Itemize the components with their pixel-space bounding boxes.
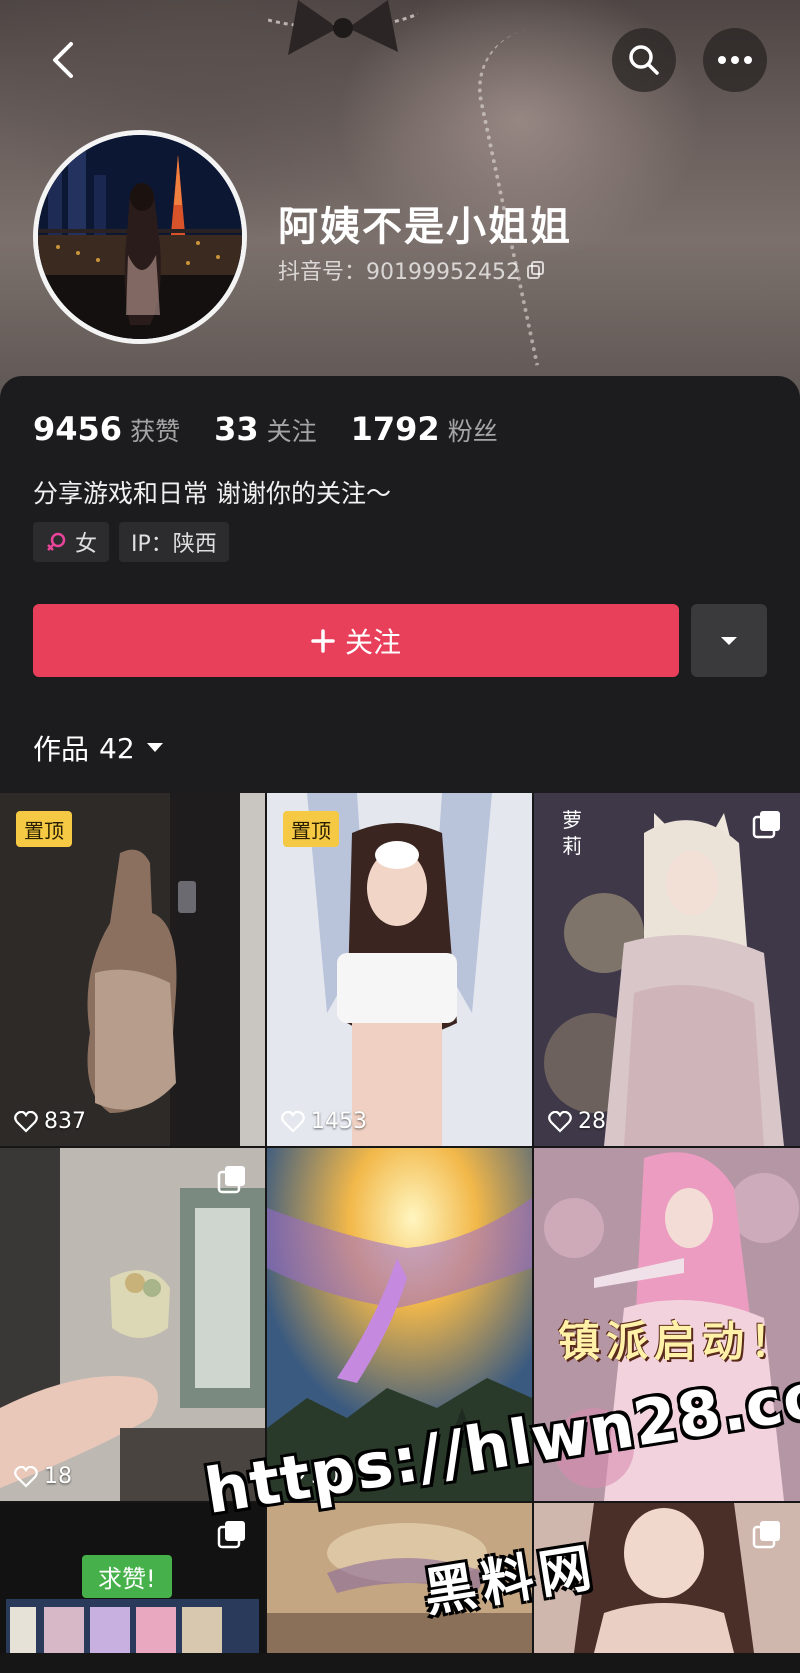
- stat-following-label: 关注: [266, 417, 317, 446]
- like-count-text: 28: [578, 1109, 606, 1134]
- bio: 分享游戏和日常 谢谢你的关注～: [33, 479, 391, 508]
- heart-icon: [14, 1110, 38, 1133]
- copy-icon[interactable]: [526, 260, 546, 280]
- like-count: 28: [548, 1109, 606, 1134]
- stat-likes-label: 获赞: [130, 417, 181, 446]
- douyin-id-text: 抖音号：90199952452: [278, 260, 520, 285]
- video-overlay-text: 萝莉: [562, 808, 582, 858]
- multi-image-icon: [752, 811, 780, 839]
- like-count-text: 18: [44, 1464, 72, 1489]
- heart-icon: [281, 1110, 305, 1133]
- search-icon: [629, 45, 659, 75]
- search-button[interactable]: [612, 28, 676, 92]
- multi-image-icon: [217, 1166, 245, 1194]
- avatar[interactable]: [33, 130, 247, 344]
- pinned-badge: 置顶: [16, 811, 72, 847]
- heart-icon: [14, 1465, 38, 1488]
- stat-likes-count: 9456: [33, 410, 123, 448]
- video-thumbnail[interactable]: 萝莉 28: [534, 793, 800, 1146]
- like-count: 837: [14, 1109, 86, 1134]
- gender-tag-text: 女: [75, 532, 98, 557]
- video-thumbnail[interactable]: 18: [0, 1148, 265, 1501]
- like-count: 18: [14, 1464, 72, 1489]
- works-tab[interactable]: 作品 42: [33, 728, 165, 768]
- caret-down-icon: [146, 743, 163, 752]
- video-grid: 置顶 837 置顶 1453 萝莉 28 18 30 镇派启动！ 求赞!: [0, 793, 800, 1653]
- caret-down-icon: [721, 636, 737, 645]
- follow-button-label: 关注: [344, 625, 401, 659]
- works-count: 42: [99, 731, 135, 765]
- request-likes-badge: 求赞!: [82, 1555, 172, 1598]
- like-count-text: 837: [44, 1109, 86, 1134]
- works-tab-label: 作品: [33, 733, 90, 766]
- pinned-badge: 置顶: [283, 811, 339, 847]
- follow-button[interactable]: 关注: [33, 604, 679, 677]
- female-icon: [47, 532, 66, 551]
- video-thumbnail[interactable]: 置顶 1453: [267, 793, 532, 1146]
- more-button[interactable]: [703, 28, 767, 92]
- video-thumbnail[interactable]: 置顶 837: [0, 793, 265, 1146]
- gender-tag: 女: [33, 522, 110, 562]
- plus-icon: [311, 628, 335, 653]
- douyin-id[interactable]: 抖音号：90199952452: [278, 254, 546, 286]
- chevron-left-icon: [53, 42, 73, 78]
- multi-image-icon: [752, 1521, 780, 1549]
- stat-likes[interactable]: 9456 获赞: [33, 410, 180, 448]
- heart-icon: [548, 1110, 572, 1133]
- ip-tag: IP：陕西: [119, 522, 229, 562]
- profile-tags: 女 IP：陕西: [33, 522, 229, 562]
- more-dots-icon: [718, 56, 752, 64]
- stat-following-count: 33: [214, 410, 259, 448]
- ip-tag-text: IP：陕西: [131, 532, 217, 557]
- stat-followers[interactable]: 1792 粉丝: [351, 410, 498, 448]
- like-count-text: 1453: [311, 1109, 367, 1134]
- avatar-image: [38, 135, 242, 339]
- stat-followers-label: 粉丝: [447, 417, 498, 446]
- stat-following[interactable]: 33 关注: [214, 410, 317, 448]
- nickname: 阿姨不是小姐姐: [278, 204, 572, 250]
- stat-followers-count: 1792: [350, 410, 440, 448]
- profile-stats: 9456 获赞 33 关注 1792 粉丝: [33, 410, 532, 448]
- thumbnail-image: [0, 1148, 265, 1501]
- video-overlay-text: 镇派启动！: [558, 1317, 799, 1366]
- like-count: 1453: [281, 1109, 367, 1134]
- cover-bow-decoration: [268, 0, 418, 55]
- back-button[interactable]: [32, 28, 96, 92]
- recommend-dropdown-button[interactable]: [691, 604, 767, 677]
